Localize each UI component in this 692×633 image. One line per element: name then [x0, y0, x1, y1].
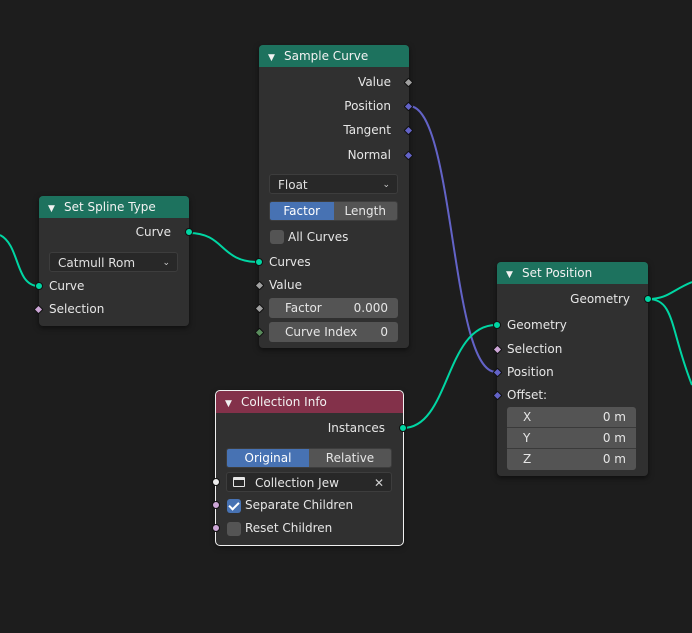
offset-y-field[interactable]: Y 0 m	[507, 428, 636, 449]
offset-vector-field[interactable]: X 0 m Y 0 m Z 0 m	[507, 407, 636, 470]
collection-info-node[interactable]: ▼ Collection Info Instances Original Rela…	[212, 390, 407, 546]
offset-z-field[interactable]: Z 0 m	[507, 449, 636, 470]
set-position-header[interactable]: ▼ Set Position	[497, 262, 648, 284]
node-title: Collection Info	[241, 395, 327, 409]
output-instances-socket[interactable]	[399, 424, 407, 432]
input-separate-children-socket[interactable]	[212, 501, 220, 509]
input-selection-label: Selection	[49, 302, 105, 316]
separate-children-label: Separate Children	[245, 498, 354, 512]
output-curve-socket[interactable]	[185, 228, 193, 236]
curve-index-value: 0	[380, 325, 388, 339]
input-selection-socket[interactable]	[33, 304, 44, 315]
mode-length-button[interactable]: Length	[333, 202, 397, 220]
spline-type-value: Catmull Rom	[58, 256, 136, 270]
input-curve-label: Curve	[49, 279, 85, 293]
collection-name: Collection Jew	[255, 476, 339, 490]
input-position-socket[interactable]	[492, 367, 503, 378]
link-set-position-out-right	[647, 298, 692, 386]
offset-x-field[interactable]: X 0 m	[507, 407, 636, 428]
input-curve-index-socket[interactable]	[254, 327, 265, 338]
mode-toggle[interactable]: Factor Length	[269, 201, 398, 221]
output-value-socket[interactable]	[403, 77, 414, 88]
offset-x-label: X	[523, 410, 532, 424]
output-geometry-socket[interactable]	[644, 295, 652, 303]
input-curves-socket[interactable]	[255, 258, 263, 266]
set-spline-type-node[interactable]: ▼ Set Spline Type Curve Catmull Rom ⌄ Cur…	[33, 196, 193, 326]
offset-x-value: 0 m	[602, 410, 626, 424]
sample-curve-node[interactable]: ▼ Sample Curve Value Position Tangent Nor…	[254, 45, 414, 348]
chevron-down-icon[interactable]: ▼	[268, 47, 278, 67]
curve-index-field[interactable]: Curve Index 0	[269, 322, 398, 342]
factor-value: 0.000	[353, 301, 388, 315]
sample-curve-header[interactable]: ▼ Sample Curve	[259, 45, 409, 67]
input-factor-socket[interactable]	[254, 303, 265, 314]
output-geometry-label: Geometry	[570, 292, 630, 306]
output-normal-label: Normal	[347, 148, 391, 162]
input-position-label: Position	[507, 365, 554, 379]
all-curves-label: All Curves	[288, 230, 349, 244]
output-tangent-label: Tangent	[343, 123, 391, 137]
offset-z-label: Z	[523, 452, 532, 466]
input-curve-socket[interactable]	[35, 282, 43, 290]
link-instances-to-set-position-geometry	[402, 324, 497, 429]
offset-z-value: 0 m	[602, 452, 626, 466]
mode-relative-button[interactable]: Relative	[309, 449, 391, 467]
transform-space-toggle[interactable]: Original Relative	[226, 448, 392, 468]
close-icon[interactable]: ✕	[374, 473, 384, 493]
chevron-down-icon[interactable]: ▼	[225, 393, 235, 413]
chevron-down-icon: ⌄	[382, 180, 390, 190]
mode-factor-button[interactable]: Factor	[270, 202, 334, 220]
mode-original-button[interactable]: Original	[227, 449, 309, 467]
offset-y-value: 0 m	[602, 431, 626, 445]
chevron-down-icon[interactable]: ▼	[48, 198, 58, 218]
output-instances-label: Instances	[327, 421, 385, 435]
data-type-dropdown[interactable]: Float ⌄	[269, 174, 398, 194]
link-set-position-out-top	[647, 281, 692, 300]
offset-label: Offset:	[507, 388, 548, 402]
reset-children-label: Reset Children	[245, 521, 333, 535]
output-position-socket[interactable]	[403, 101, 414, 112]
input-selection-label: Selection	[507, 342, 563, 356]
offset-y-label: Y	[523, 431, 531, 445]
node-title: Set Spline Type	[64, 200, 156, 214]
separate-children-checkbox[interactable]	[227, 499, 241, 513]
link-set-spline-to-sample-curves	[188, 232, 259, 263]
input-reset-children-socket[interactable]	[212, 524, 220, 532]
data-type-value: Float	[278, 178, 308, 192]
collection-icon	[233, 477, 245, 487]
input-curves-label: Curves	[269, 255, 311, 269]
link-left-to-set-spline-curve	[0, 234, 39, 287]
input-value-socket[interactable]	[254, 280, 265, 291]
link-sample-position-to-set-position	[408, 105, 497, 373]
reset-children-checkbox[interactable]	[227, 522, 241, 536]
input-selection-socket[interactable]	[492, 344, 503, 355]
input-collection-socket[interactable]	[212, 478, 220, 486]
output-curve-label: Curve	[135, 225, 171, 239]
input-offset-socket[interactable]	[492, 390, 503, 401]
output-normal-socket[interactable]	[403, 150, 414, 161]
chevron-down-icon: ⌄	[162, 258, 170, 268]
spline-type-dropdown[interactable]: Catmull Rom ⌄	[49, 252, 178, 272]
node-title: Set Position	[522, 266, 593, 280]
set-position-node[interactable]: ▼ Set Position Geometry Geometry Selectio…	[492, 262, 652, 476]
node-title: Sample Curve	[284, 49, 369, 63]
set-spline-type-header[interactable]: ▼ Set Spline Type	[39, 196, 189, 218]
input-geometry-label: Geometry	[507, 318, 567, 332]
collection-info-header[interactable]: ▼ Collection Info	[216, 391, 403, 413]
collection-field[interactable]: Collection Jew ✕	[226, 472, 392, 492]
curve-index-label: Curve Index	[285, 325, 358, 339]
output-tangent-socket[interactable]	[403, 125, 414, 136]
output-value-label: Value	[358, 75, 391, 89]
all-curves-checkbox[interactable]	[270, 230, 284, 244]
output-position-label: Position	[344, 99, 391, 113]
factor-field[interactable]: Factor 0.000	[269, 298, 398, 318]
input-geometry-socket[interactable]	[493, 321, 501, 329]
input-value-label: Value	[269, 278, 302, 292]
chevron-down-icon[interactable]: ▼	[506, 264, 516, 284]
factor-label: Factor	[285, 301, 322, 315]
